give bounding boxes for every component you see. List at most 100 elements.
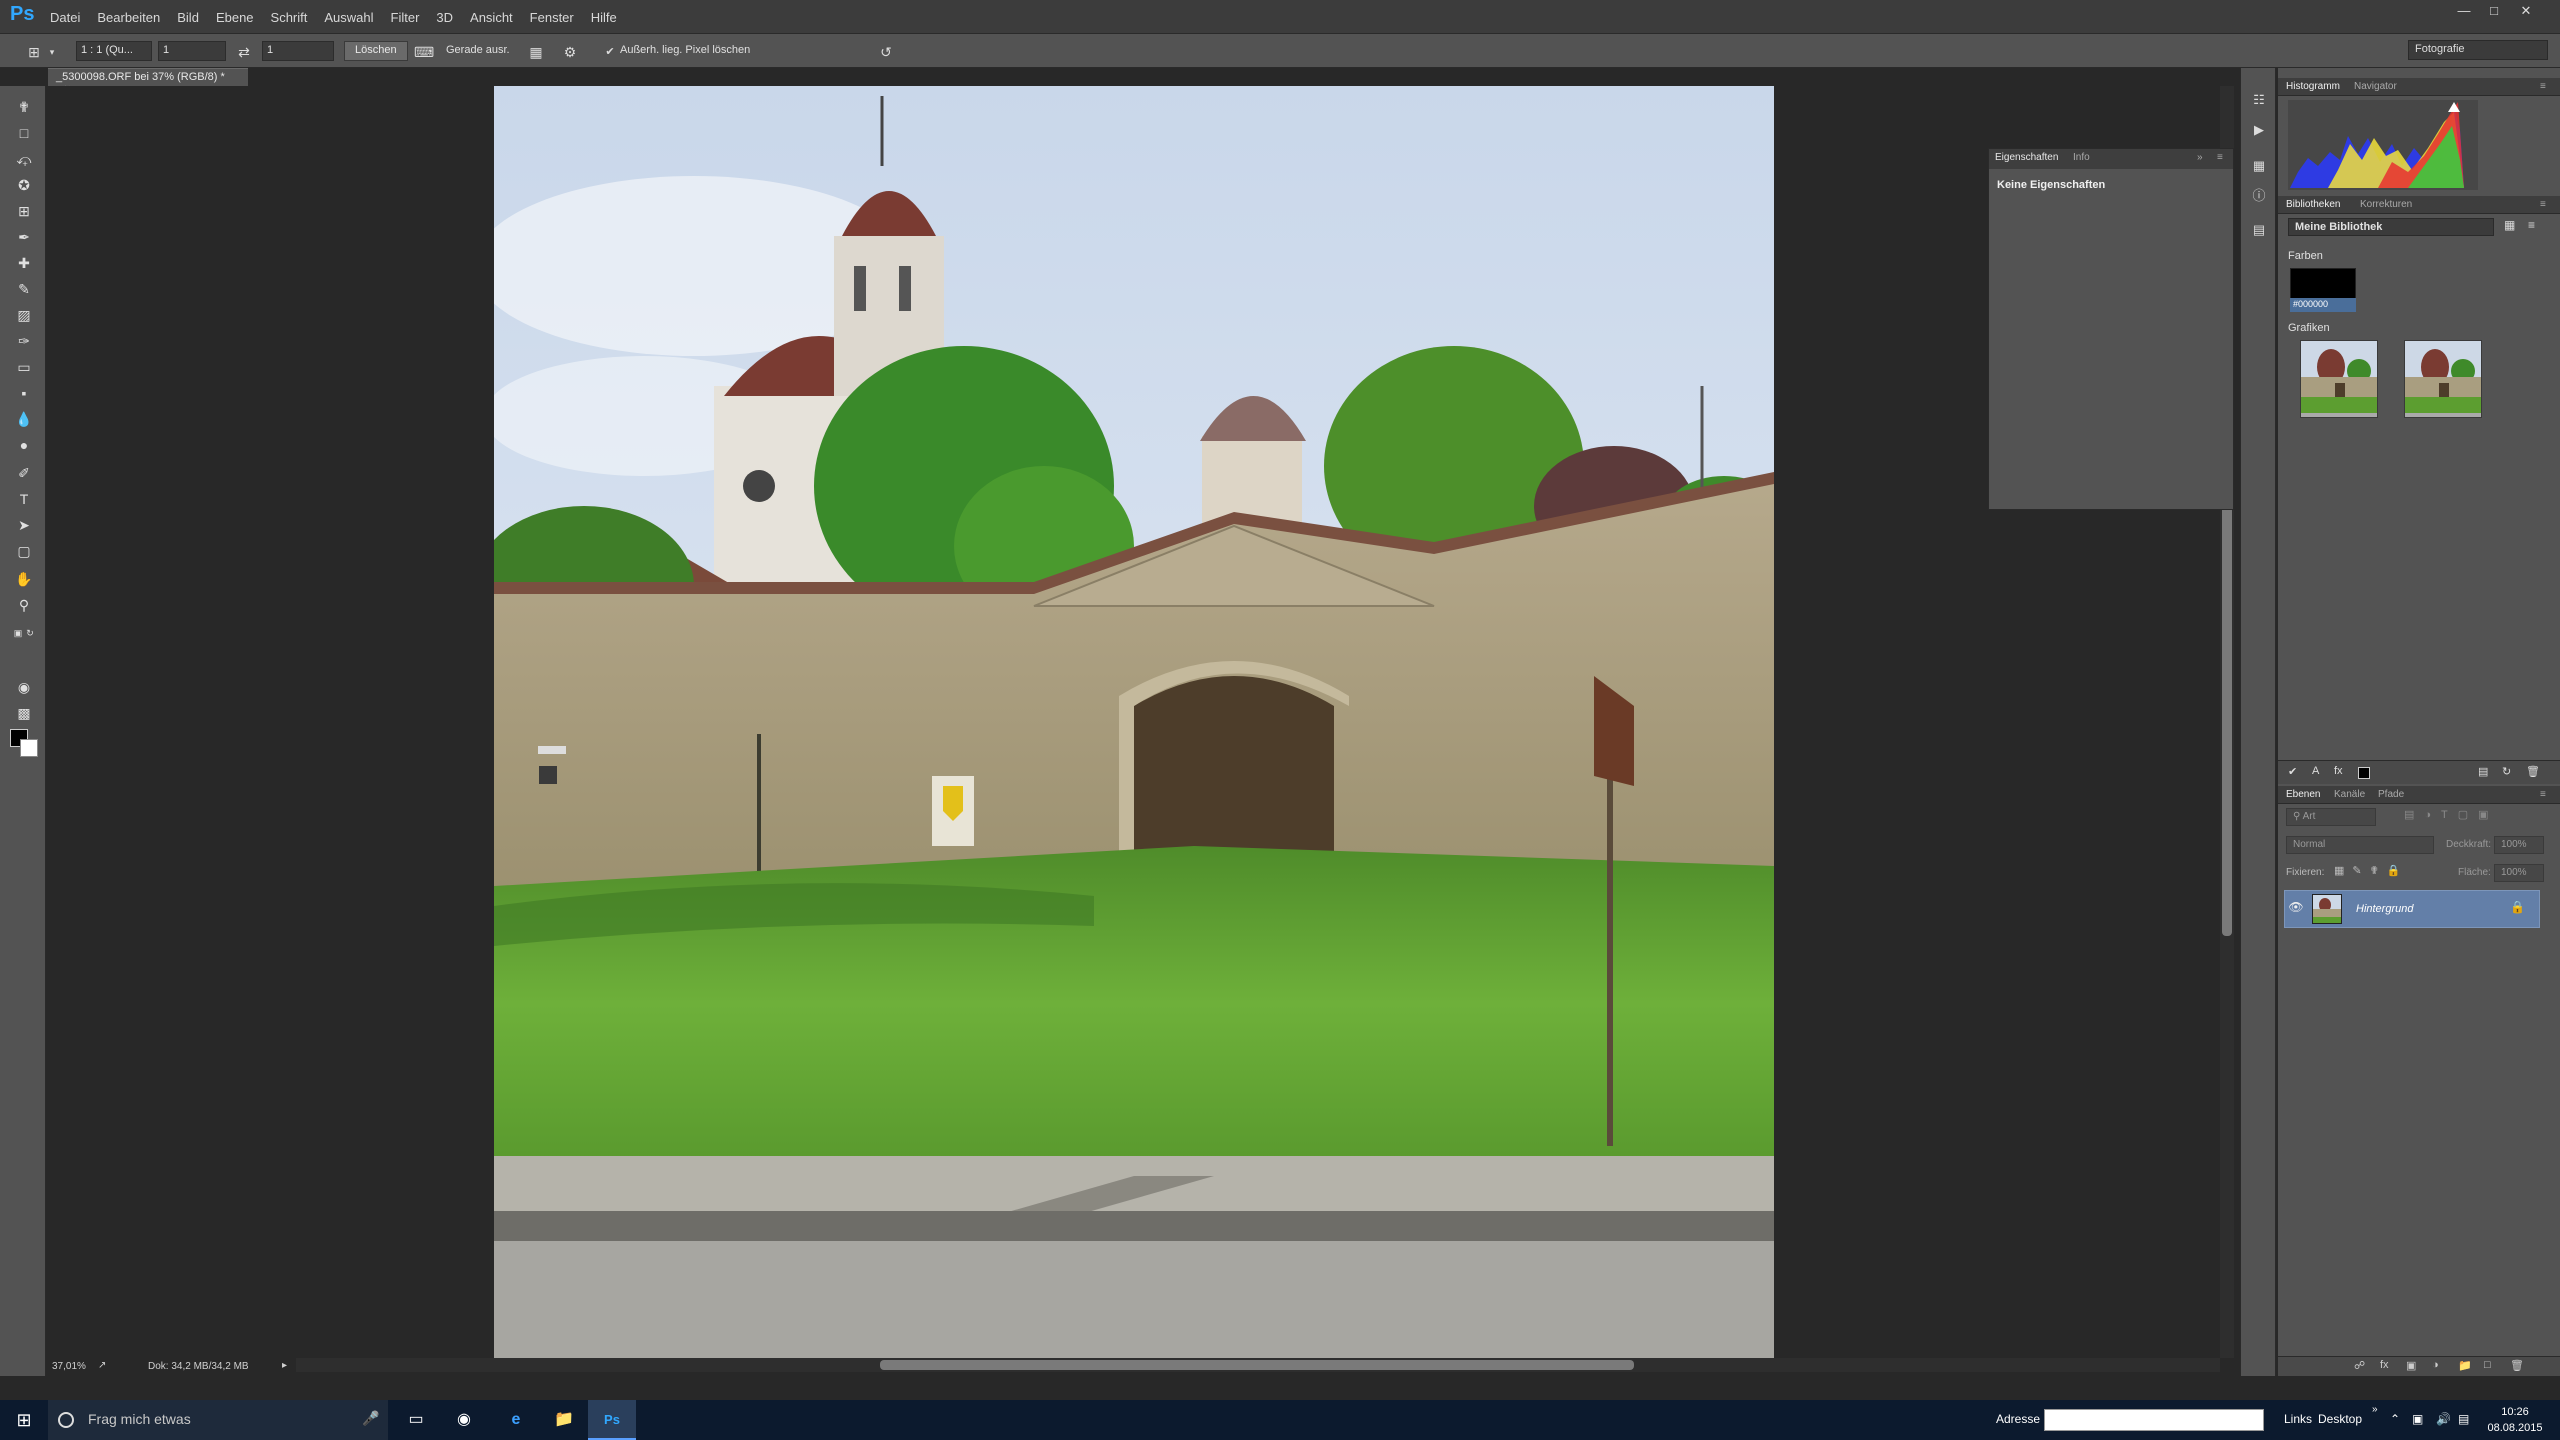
toolbar-overflow-icon[interactable]: » bbox=[2372, 1404, 2378, 1415]
link-layers-icon[interactable]: ☍ bbox=[2354, 1359, 2365, 1372]
eyedropper-tool-icon[interactable]: ✒ bbox=[12, 226, 36, 248]
clear-button[interactable]: Löschen bbox=[344, 41, 408, 61]
menu-datei[interactable]: Datei bbox=[50, 10, 80, 25]
crop-tool-preset-icon[interactable]: ⊞ bbox=[24, 42, 44, 62]
list-view-icon[interactable]: ≡ bbox=[2528, 218, 2535, 232]
microphone-icon[interactable]: 🎤 bbox=[362, 1410, 379, 1427]
desktop-toolbar[interactable]: Desktop bbox=[2318, 1412, 2362, 1426]
menu-filter[interactable]: Filter bbox=[391, 10, 420, 25]
sync-icon[interactable]: ↻ bbox=[2502, 765, 2511, 778]
menu-schrift[interactable]: Schrift bbox=[271, 10, 308, 25]
opacity-input[interactable]: 100% bbox=[2494, 836, 2544, 854]
history-brush-tool-icon[interactable]: ✑ bbox=[12, 330, 36, 352]
eraser-tool-icon[interactable]: ▭ bbox=[12, 356, 36, 378]
healing-brush-tool-icon[interactable]: ✚ bbox=[12, 252, 36, 274]
gradient-tool-icon[interactable]: ▪ bbox=[12, 382, 36, 404]
export-icon[interactable]: ↗ bbox=[98, 1360, 106, 1371]
notification-icon[interactable]: ▤ bbox=[2458, 1412, 2469, 1426]
new-layer-icon[interactable]: □ bbox=[2484, 1359, 2491, 1371]
workspace-select[interactable]: Fotografie bbox=[2408, 40, 2548, 60]
library-graphic-thumb[interactable] bbox=[2404, 340, 2482, 418]
layer-name[interactable]: Hintergrund bbox=[2356, 903, 2413, 915]
tab-ebenen[interactable]: Ebenen bbox=[2286, 789, 2320, 800]
straighten-label[interactable]: Gerade ausr. bbox=[446, 44, 510, 56]
rectangle-tool-icon[interactable]: ▢ bbox=[12, 540, 36, 562]
tab-korrekturen[interactable]: Korrekturen bbox=[2360, 199, 2412, 210]
delete-pixels-label[interactable]: Außerh. lieg. Pixel löschen bbox=[620, 44, 750, 56]
crop-width-input[interactable]: 1 bbox=[158, 41, 226, 61]
quick-select-tool-icon[interactable]: ✪ bbox=[12, 174, 36, 196]
add-char-style-icon[interactable]: A bbox=[2312, 765, 2319, 777]
blur-tool-icon[interactable]: 💧 bbox=[12, 408, 36, 430]
library-graphic-thumb[interactable] bbox=[2300, 340, 2378, 418]
dodge-tool-icon[interactable]: ● bbox=[12, 434, 36, 456]
tab-bibliotheken[interactable]: Bibliotheken bbox=[2286, 199, 2340, 210]
file-explorer-icon[interactable]: 📁 bbox=[540, 1400, 588, 1440]
library-select[interactable]: Meine Bibliothek bbox=[2288, 218, 2494, 236]
actions-play-icon[interactable]: ▶ bbox=[2249, 120, 2269, 140]
vertical-scroll-thumb[interactable] bbox=[2222, 506, 2232, 936]
blend-mode-select[interactable]: Normal bbox=[2286, 836, 2434, 854]
menu-bearbeiten[interactable]: Bearbeiten bbox=[97, 10, 160, 25]
layer-style-icon[interactable]: fx bbox=[2380, 1359, 2389, 1371]
panel-menu-icon[interactable]: ≡ bbox=[2540, 789, 2546, 800]
tab-eigenschaften[interactable]: Eigenschaften bbox=[1995, 152, 2058, 163]
menu-hilfe[interactable]: Hilfe bbox=[591, 10, 617, 25]
fill-input[interactable]: 100% bbox=[2494, 864, 2544, 882]
tab-navigator[interactable]: Navigator bbox=[2354, 81, 2397, 92]
layer-filter-icons[interactable]: ▤◑T▢▣ bbox=[2404, 808, 2499, 821]
close-icon[interactable]: ✕ bbox=[2508, 0, 2544, 22]
task-view-icon[interactable]: ▭ bbox=[392, 1400, 440, 1440]
volume-icon[interactable]: 🔊 bbox=[2436, 1412, 2451, 1426]
windows-start-icon[interactable]: ⊞ bbox=[0, 1400, 48, 1440]
collapse-icon[interactable]: » bbox=[2197, 152, 2203, 163]
layer-thumbnail[interactable] bbox=[2312, 894, 2342, 924]
properties-icon[interactable]: ▦ bbox=[2249, 156, 2269, 176]
add-fg-color-icon[interactable] bbox=[2358, 767, 2370, 779]
zoom-readout[interactable]: 37,01% bbox=[52, 1361, 86, 1372]
cortana-search-box[interactable]: Frag mich etwas bbox=[48, 1400, 388, 1440]
info-icon[interactable]: ⓘ bbox=[2249, 186, 2269, 206]
quick-mask-icon[interactable]: ◉ bbox=[12, 676, 36, 698]
stock-icon[interactable]: ▤ bbox=[2478, 765, 2488, 778]
tray-chevron-icon[interactable]: ⌃ bbox=[2390, 1412, 2400, 1426]
document-tab[interactable]: _5300098.ORF bei 37% (RGB/8) * × bbox=[48, 68, 248, 95]
trash-icon[interactable]: 🗑 bbox=[2526, 765, 2540, 778]
checkbox-checked-icon[interactable]: ✔ bbox=[600, 42, 620, 62]
marquee-tool-icon[interactable]: □ bbox=[12, 122, 36, 144]
swap-colors-icon[interactable]: ↻ bbox=[18, 622, 42, 644]
lock-icons[interactable]: ▦✎✟🔒 bbox=[2334, 864, 2409, 877]
tab-kanaele[interactable]: Kanäle bbox=[2334, 789, 2365, 800]
layer-mask-icon[interactable]: ▣ bbox=[2406, 1359, 2416, 1372]
menu-ebene[interactable]: Ebene bbox=[216, 10, 254, 25]
layer-filter-select[interactable]: ⚲ Art bbox=[2286, 808, 2376, 826]
new-group-icon[interactable]: 📁 bbox=[2458, 1359, 2472, 1372]
document-image[interactable] bbox=[494, 86, 1774, 1358]
menu-3d[interactable]: 3D bbox=[436, 10, 453, 25]
swap-icon[interactable]: ⇄ bbox=[234, 42, 254, 62]
panel-menu-icon[interactable]: ≡ bbox=[2217, 152, 2223, 163]
screen-mode-icon[interactable]: ▩ bbox=[12, 702, 36, 724]
straighten-icon[interactable]: ⌨ bbox=[414, 42, 434, 62]
menu-fenster[interactable]: Fenster bbox=[530, 10, 574, 25]
add-layer-style-icon[interactable]: fx bbox=[2334, 765, 2343, 777]
lock-icon[interactable]: 🔒 bbox=[2510, 900, 2525, 914]
edge-icon[interactable]: e bbox=[492, 1400, 540, 1440]
maximize-icon[interactable]: □ bbox=[2476, 0, 2512, 22]
crop-ratio-select[interactable]: 1 : 1 (Qu... bbox=[76, 41, 152, 61]
gear-icon[interactable]: ⚙ bbox=[560, 42, 580, 62]
doc-size-readout[interactable]: Dok: 34,2 MB/34,2 MB bbox=[148, 1361, 249, 1372]
panel-menu-icon[interactable]: ≡ bbox=[2540, 199, 2546, 210]
lasso-tool-icon[interactable]: ⤽ bbox=[12, 148, 36, 170]
menu-bild[interactable]: Bild bbox=[177, 10, 199, 25]
add-graphic-icon[interactable]: ✔ bbox=[2288, 765, 2297, 778]
crop-tool-icon[interactable]: ⊞ bbox=[12, 200, 36, 222]
horizontal-scroll-thumb[interactable] bbox=[880, 1360, 1634, 1370]
background-color-swatch[interactable] bbox=[20, 739, 38, 757]
network-icon[interactable]: ▣ bbox=[2412, 1412, 2423, 1426]
brush-tool-icon[interactable]: ✎ bbox=[12, 278, 36, 300]
tab-histogramm[interactable]: Histogramm bbox=[2286, 81, 2340, 92]
adjustment-layer-icon[interactable]: ◑ bbox=[2432, 1359, 2439, 1371]
adjust-icon[interactable]: ▤ bbox=[2249, 220, 2269, 240]
crop-height-input[interactable]: 1 bbox=[262, 41, 334, 61]
